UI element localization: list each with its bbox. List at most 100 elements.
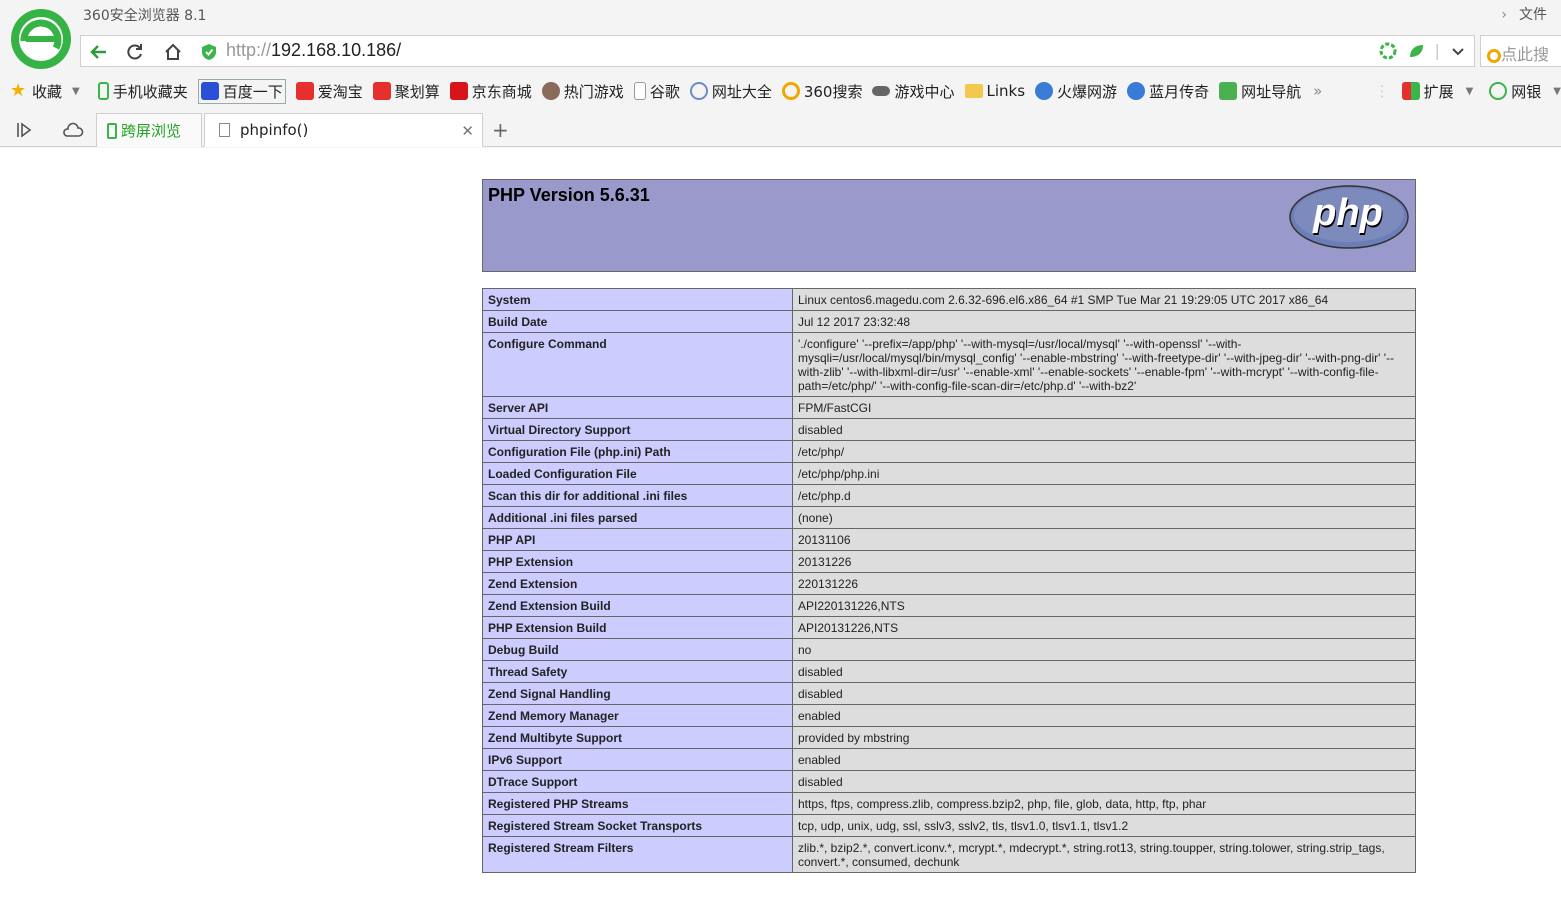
php-logo[interactable]: php php xyxy=(1288,184,1410,250)
caret-down-icon[interactable]: ▼ xyxy=(1466,86,1474,97)
bookmark-links[interactable]: Links xyxy=(964,82,1025,100)
back-arrow-icon xyxy=(90,45,106,59)
bookmark-label: 爱淘宝 xyxy=(317,82,363,101)
speed-mode-icon[interactable] xyxy=(1379,42,1397,60)
sidebar-toggle-icon[interactable] xyxy=(16,122,34,138)
row-value: disabled xyxy=(792,770,1416,793)
row-value: 20131106 xyxy=(792,528,1416,551)
table-row: Zend Extension 220131226 xyxy=(482,572,1416,595)
bookmark-hao[interactable]: 网址大全 xyxy=(689,81,772,102)
page-icon xyxy=(633,82,646,100)
table-row: Scan this dir for additional .ini files /… xyxy=(482,484,1416,507)
phpinfo-table: System Linux centos6.magedu.com 2.6.32-69… xyxy=(482,288,1416,873)
url-host: 192.168.10.186/ xyxy=(271,40,402,60)
bookmark-label: 火爆网游 xyxy=(1057,82,1118,101)
tab-cross-screen[interactable]: 跨屏浏览 xyxy=(96,113,202,147)
phpinfo-container: PHP Version 5.6.31 php php System Linux c… xyxy=(482,179,1416,873)
bookmark-jd[interactable]: 京东商城 xyxy=(449,81,532,102)
row-value: API220131226,NTS xyxy=(792,594,1416,617)
caret-down-icon[interactable]: ▼ xyxy=(1553,86,1561,97)
bookmark-favorites[interactable]: ★ 收藏 ▼ xyxy=(10,81,80,102)
refresh-icon xyxy=(127,44,142,60)
php-version-title: PHP Version 5.6.31 xyxy=(488,185,650,205)
bookmark-label: 谷歌 xyxy=(649,82,680,101)
security-shield[interactable] xyxy=(195,39,223,65)
file-menu[interactable]: › 文件 xyxy=(1501,4,1547,24)
refresh-button[interactable] xyxy=(121,39,149,65)
double-chevron-right-icon: » xyxy=(1313,82,1323,100)
row-key: IPv6 Support xyxy=(482,748,793,771)
table-row: Virtual Directory Support disabled xyxy=(482,418,1416,441)
row-value: 20131226 xyxy=(792,550,1416,573)
star-icon: ★ xyxy=(10,80,27,101)
table-row: Configure Command './configure' '--prefix… xyxy=(482,332,1416,397)
page-content: PHP Version 5.6.31 php php System Linux c… xyxy=(0,148,1561,898)
search-360-icon xyxy=(781,82,800,100)
table-row: Debug Build no xyxy=(482,638,1416,661)
bookmarks-overflow[interactable]: » xyxy=(1313,82,1322,100)
close-icon[interactable]: ✕ xyxy=(461,122,474,140)
row-value: './configure' '--prefix=/app/php' '--wit… xyxy=(792,332,1416,397)
table-row: System Linux centos6.magedu.com 2.6.32-69… xyxy=(482,288,1416,311)
row-key: Build Date xyxy=(482,310,793,333)
home-button[interactable] xyxy=(159,39,187,65)
bookmark-games[interactable]: 热门游戏 xyxy=(541,81,624,102)
bookmark-lanyue[interactable]: 蓝月传奇 xyxy=(1127,81,1209,102)
row-value: disabled xyxy=(792,660,1416,683)
row-key: Thread Safety xyxy=(482,660,793,683)
gamepad-icon xyxy=(872,86,891,96)
search-360-icon xyxy=(1487,49,1501,63)
extensions-button[interactable]: ⋮ 扩展 ▼ xyxy=(1374,81,1474,102)
row-key: Zend Extension xyxy=(482,572,793,595)
bookmark-google[interactable]: 谷歌 xyxy=(633,81,680,102)
bookmark-360search[interactable]: 360搜索 xyxy=(781,81,862,102)
row-value: (none) xyxy=(792,506,1416,529)
extensions-grid-icon xyxy=(1401,82,1420,100)
window-title: 360安全浏览器 8.1 xyxy=(83,8,207,24)
search-input[interactable]: 点此搜 xyxy=(1480,35,1561,67)
tab-phpinfo[interactable]: phpinfo() ✕ xyxy=(204,113,483,147)
divider: | xyxy=(1434,41,1440,60)
php-version-header: PHP Version 5.6.31 php php xyxy=(482,179,1416,272)
bookmark-label: 手机收藏夹 xyxy=(112,82,188,101)
table-row: Zend Multibyte Support provided by mbstri… xyxy=(482,726,1416,749)
bookmark-gamecenter[interactable]: 游戏中心 xyxy=(872,81,955,102)
bookmark-taobao[interactable]: 爱淘宝 xyxy=(295,81,363,102)
divider: ⋮ xyxy=(1374,82,1390,100)
url-text[interactable]: http://192.168.10.186/ xyxy=(226,40,401,61)
table-row: Registered PHP Streams https, ftps, compr… xyxy=(482,792,1416,815)
row-value: enabled xyxy=(792,704,1416,727)
home-icon xyxy=(165,43,181,60)
bookmark-mobile[interactable]: 手机收藏夹 xyxy=(97,81,188,102)
jd-icon xyxy=(449,82,468,100)
360-browser-logo[interactable] xyxy=(10,8,72,70)
row-key: Configure Command xyxy=(482,332,793,397)
table-row: PHP Extension 20131226 xyxy=(482,550,1416,573)
juhuasuan-icon xyxy=(372,82,391,100)
row-value: /etc/php.d xyxy=(792,484,1416,507)
row-value: no xyxy=(792,638,1416,661)
row-value: provided by mbstring xyxy=(792,726,1416,749)
bookmark-huobao[interactable]: 火爆网游 xyxy=(1035,81,1117,102)
table-row: Loaded Configuration File/etc/php/php.in… xyxy=(482,462,1416,485)
baidu-paw-icon xyxy=(200,82,219,100)
leaf-icon[interactable] xyxy=(1407,42,1425,60)
bookmark-juhuasuan[interactable]: 聚划算 xyxy=(372,81,440,102)
new-tab-button[interactable]: + xyxy=(492,118,509,142)
bookmark-label: 百度一下 xyxy=(222,82,283,101)
row-key: Virtual Directory Support xyxy=(482,418,793,441)
caret-down-icon[interactable]: ▼ xyxy=(72,86,80,97)
bookmark-baidu[interactable]: 百度一下 xyxy=(197,78,286,104)
address-bar[interactable]: http://192.168.10.186/ | xyxy=(80,35,1475,67)
bookmark-2345[interactable]: 网址导航 xyxy=(1219,81,1301,102)
row-key: Zend Extension Build xyxy=(482,594,793,617)
netbank-button[interactable]: 网银 ▼ xyxy=(1489,81,1561,102)
row-value: /etc/php/php.ini xyxy=(792,462,1416,485)
table-row: Zend Memory Manager enabled xyxy=(482,704,1416,727)
page-icon xyxy=(219,123,230,137)
address-bar-actions: | xyxy=(1379,41,1466,60)
phone-icon xyxy=(107,122,117,139)
cloud-icon[interactable] xyxy=(62,122,84,138)
back-button[interactable] xyxy=(85,39,113,65)
chevron-down-icon[interactable] xyxy=(1450,43,1466,59)
